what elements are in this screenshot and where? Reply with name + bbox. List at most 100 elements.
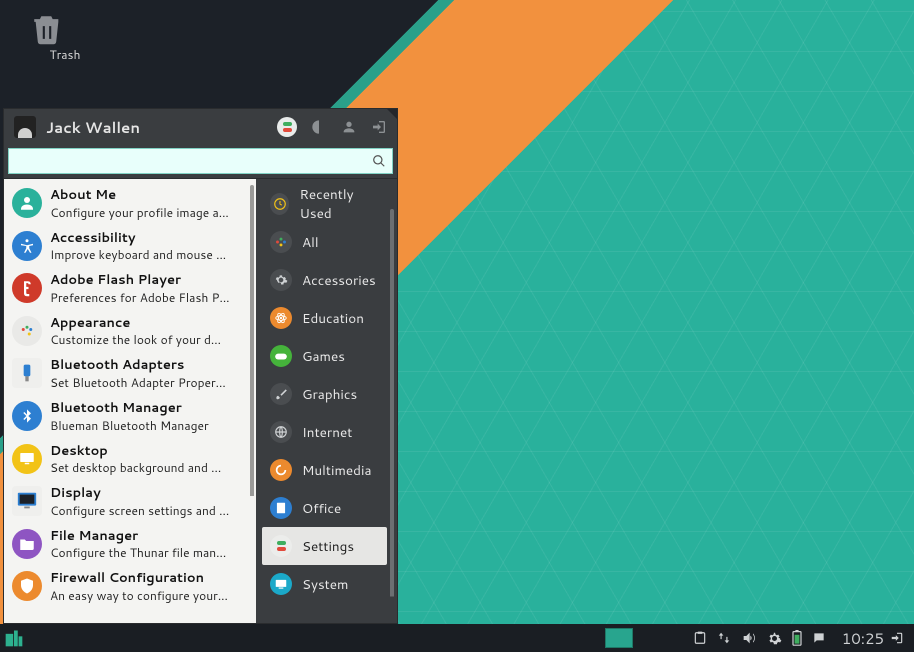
display-icon xyxy=(12,486,42,516)
app-title: Adobe Flash Player xyxy=(50,273,230,289)
applications-scrollbar[interactable] xyxy=(250,185,254,617)
app-item-display[interactable]: DisplayConfigure screen settings and ... xyxy=(4,481,248,524)
recently-used-icon xyxy=(270,193,289,215)
lock-screen-button[interactable] xyxy=(341,119,357,135)
category-label: Multimedia xyxy=(302,461,371,480)
category-label: Office xyxy=(302,499,341,518)
search-input[interactable] xyxy=(15,154,372,169)
search-field[interactable] xyxy=(8,148,393,174)
category-label: Settings xyxy=(302,537,354,556)
app-item-appearance[interactable]: AppearanceCustomize the look of your d..… xyxy=(4,311,248,354)
category-label: Recently Used xyxy=(299,185,379,223)
app-title: Display xyxy=(50,486,229,502)
file-manager-icon xyxy=(12,529,42,559)
settings-tray-icon[interactable] xyxy=(767,631,782,646)
system-icon xyxy=(270,573,292,595)
whisker-menu: Jack Wallen About MeConfigure your profi… xyxy=(3,108,398,624)
app-item-firewall-configuration[interactable]: Firewall ConfigurationAn easy way to con… xyxy=(4,566,248,609)
taskbar-panel: 10:25 xyxy=(0,624,914,652)
app-title: Firewall Configuration xyxy=(50,571,228,587)
category-label: Education xyxy=(302,309,364,328)
app-description: Customize the look of your d... xyxy=(50,331,221,348)
app-title: About Me xyxy=(50,188,229,204)
category-multimedia[interactable]: Multimedia xyxy=(262,451,387,489)
category-label: System xyxy=(302,575,348,594)
category-label: Internet xyxy=(302,423,352,442)
network-icon[interactable] xyxy=(717,631,731,645)
category-label: Games xyxy=(302,347,345,366)
category-accessories[interactable]: Accessories xyxy=(262,261,387,299)
system-tray xyxy=(683,630,836,646)
app-description: Configure the Thunar file man... xyxy=(50,544,226,561)
user-avatar-icon[interactable] xyxy=(14,116,36,138)
multimedia-icon xyxy=(270,459,292,481)
category-education[interactable]: Education xyxy=(262,299,387,337)
category-label: Accessories xyxy=(302,271,376,290)
volume-icon[interactable] xyxy=(741,630,757,646)
app-description: Configure your profile image a... xyxy=(50,204,229,221)
user-name: Jack Wallen xyxy=(46,117,140,138)
category-settings[interactable]: Settings xyxy=(262,527,387,565)
accessories-icon xyxy=(270,269,292,291)
category-recently-used[interactable]: Recently Used xyxy=(262,185,387,223)
categories-scrollbar[interactable] xyxy=(390,209,394,617)
app-item-adobe-flash-player[interactable]: Adobe Flash PlayerPreferences for Adobe … xyxy=(4,268,248,311)
app-description: Preferences for Adobe Flash P... xyxy=(50,289,230,306)
menu-header: Jack Wallen xyxy=(4,109,397,145)
app-description: Blueman Bluetooth Manager xyxy=(50,417,209,434)
app-item-about-me[interactable]: About MeConfigure your profile image a..… xyxy=(4,183,248,226)
adobe-flash-player-icon xyxy=(12,273,42,303)
category-system[interactable]: System xyxy=(262,565,387,603)
app-item-desktop[interactable]: DesktopSet desktop background and ... xyxy=(4,439,248,482)
resize-grip-icon[interactable] xyxy=(387,109,397,119)
app-title: Bluetooth Manager xyxy=(50,401,209,417)
category-graphics[interactable]: Graphics xyxy=(262,375,387,413)
app-item-bluetooth-adapters[interactable]: Bluetooth AdaptersSet Bluetooth Adapter … xyxy=(4,353,248,396)
app-description: Set Bluetooth Adapter Proper... xyxy=(50,374,226,391)
category-all[interactable]: All xyxy=(262,223,387,261)
category-label: Graphics xyxy=(302,385,357,404)
app-title: Accessibility xyxy=(50,231,226,247)
applications-pane: About MeConfigure your profile image a..… xyxy=(4,179,256,623)
category-games[interactable]: Games xyxy=(262,337,387,375)
bluetooth-adapters-icon xyxy=(12,358,42,388)
app-item-accessibility[interactable]: AccessibilityImprove keyboard and mouse … xyxy=(4,226,248,269)
category-internet[interactable]: Internet xyxy=(262,413,387,451)
category-label: All xyxy=(302,233,319,252)
app-title: File Manager xyxy=(50,529,226,545)
battery-icon[interactable] xyxy=(792,630,802,646)
app-description: Improve keyboard and mouse ... xyxy=(50,246,226,263)
desktop-icon-trash[interactable]: Trash xyxy=(30,12,100,63)
trash-icon xyxy=(30,12,100,46)
appearance-icon xyxy=(12,316,42,346)
clock[interactable]: 10:25 xyxy=(836,628,890,649)
app-title: Bluetooth Adapters xyxy=(50,358,226,374)
app-description: An easy way to configure your... xyxy=(50,587,228,604)
notification-icon[interactable] xyxy=(812,631,826,645)
app-title: Appearance xyxy=(50,316,221,332)
screensaver-button[interactable] xyxy=(311,119,327,135)
all-settings-button[interactable] xyxy=(277,117,297,137)
desktop-icon-label: Trash xyxy=(30,46,100,63)
bluetooth-manager-icon xyxy=(12,401,42,431)
category-office[interactable]: Office xyxy=(262,489,387,527)
menu-button[interactable] xyxy=(0,624,28,652)
logout-button[interactable] xyxy=(371,119,387,135)
graphics-icon xyxy=(270,383,292,405)
games-icon xyxy=(270,345,292,367)
search-icon xyxy=(372,154,386,168)
all-icon xyxy=(270,231,292,253)
workspace-switcher[interactable] xyxy=(605,628,633,648)
clipboard-icon[interactable] xyxy=(693,631,707,645)
logout-panel-icon[interactable] xyxy=(890,631,914,645)
app-item-file-manager[interactable]: File ManagerConfigure the Thunar file ma… xyxy=(4,524,248,567)
app-description: Configure screen settings and ... xyxy=(50,502,229,519)
app-description: Set desktop background and ... xyxy=(50,459,221,476)
internet-icon xyxy=(270,421,292,443)
app-title: Desktop xyxy=(50,444,221,460)
firewall-configuration-icon xyxy=(12,571,42,601)
desktop-icon xyxy=(12,444,42,474)
settings-icon xyxy=(270,535,292,557)
app-item-bluetooth-manager[interactable]: Bluetooth ManagerBlueman Bluetooth Manag… xyxy=(4,396,248,439)
categories-pane: Recently Used All Accessories Education Game… xyxy=(256,179,397,623)
